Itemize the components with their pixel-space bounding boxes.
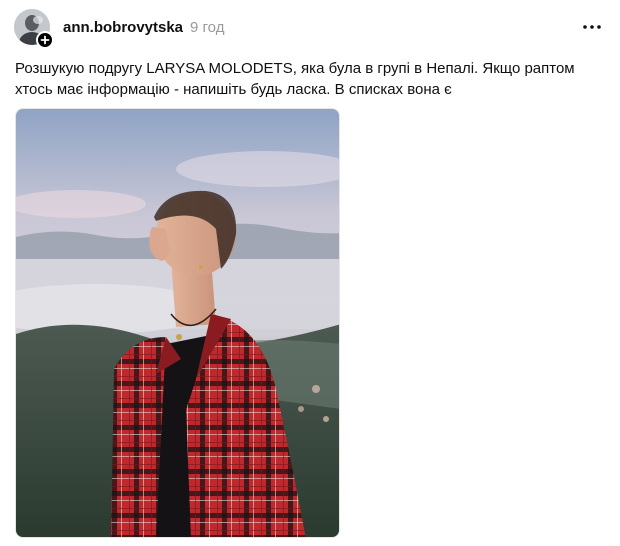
post-timestamp[interactable]: 9 год	[190, 19, 224, 36]
follow-button[interactable]	[36, 31, 54, 49]
more-horizontal-icon	[583, 25, 601, 29]
plus-icon	[40, 35, 50, 45]
thread-post: ann.bobrovytska 9 год Розшукую подругу L…	[0, 0, 620, 546]
post-image[interactable]	[15, 108, 340, 538]
author-avatar[interactable]	[14, 9, 54, 49]
post-text: Розшукую подругу LARYSA MOLODETS, яка бу…	[15, 60, 575, 98]
photo-woman-portrait	[16, 109, 339, 537]
post-header: ann.bobrovytska 9 год	[14, 9, 606, 49]
more-options-button[interactable]	[580, 17, 604, 37]
author-username[interactable]: ann.bobrovytska	[63, 19, 183, 36]
